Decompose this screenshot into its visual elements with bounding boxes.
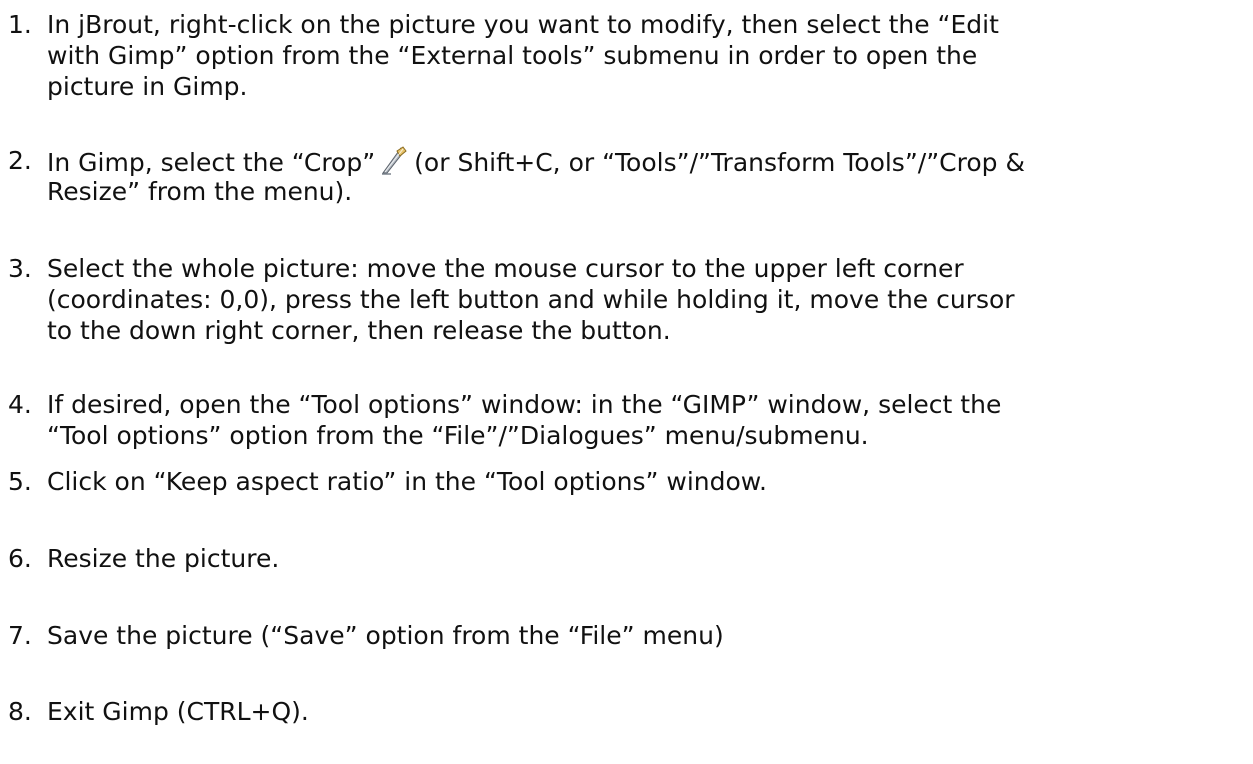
step-line: In jBrout, right-click on the picture yo…	[47, 10, 999, 39]
step-number: 6.	[8, 544, 32, 573]
step-number: 8.	[8, 697, 32, 726]
step-line: Resize the picture.	[47, 544, 280, 573]
step-text: If desired, open the “Tool options” wind…	[47, 389, 1001, 451]
step-number: 4.	[8, 390, 32, 419]
step-line: In Gimp, select the “Crop” (or Shift+C, …	[47, 145, 1025, 177]
step-text: In Gimp, select the “Crop” (or Shift+C, …	[47, 145, 1025, 207]
step-line: “Tool options” option from the “File”/”D…	[47, 421, 869, 450]
step-text: Save the picture (“Save” option from the…	[47, 620, 724, 651]
step-number: 7.	[8, 621, 32, 650]
step-number: 1.	[8, 10, 32, 39]
step-line: Save the picture (“Save” option from the…	[47, 621, 724, 650]
step-line: Resize” from the menu).	[47, 177, 353, 206]
step-number: 5.	[8, 467, 32, 496]
step-number: 3.	[8, 254, 32, 283]
step-line-segment: (or Shift+C, or “Tools”/”Transform Tools…	[414, 148, 1025, 177]
instructions-document: 1. In jBrout, right-click on the picture…	[0, 0, 1253, 764]
step-number: 2.	[8, 146, 32, 175]
step-line: to the down right corner, then release t…	[47, 316, 671, 345]
step-text: Click on “Keep aspect ratio” in the “Too…	[47, 466, 767, 497]
step-line: Exit Gimp (CTRL+Q).	[47, 697, 309, 726]
step-text: In jBrout, right-click on the picture yo…	[47, 9, 999, 102]
step-line: with Gimp” option from the “External too…	[47, 41, 978, 70]
step-text: Exit Gimp (CTRL+Q).	[47, 696, 309, 727]
step-text: Select the whole picture: move the mouse…	[47, 253, 1015, 346]
step-line: Select the whole picture: move the mouse…	[47, 254, 964, 283]
step-line-segment: In Gimp, select the “Crop”	[47, 148, 376, 177]
step-text: Resize the picture.	[47, 543, 279, 574]
step-line: picture in Gimp.	[47, 72, 248, 101]
crop-tool-icon	[379, 145, 410, 176]
step-line: Click on “Keep aspect ratio” in the “Too…	[47, 467, 767, 496]
step-line: (coordinates: 0,0), press the left butto…	[47, 285, 1015, 314]
step-line: If desired, open the “Tool options” wind…	[47, 390, 1002, 419]
